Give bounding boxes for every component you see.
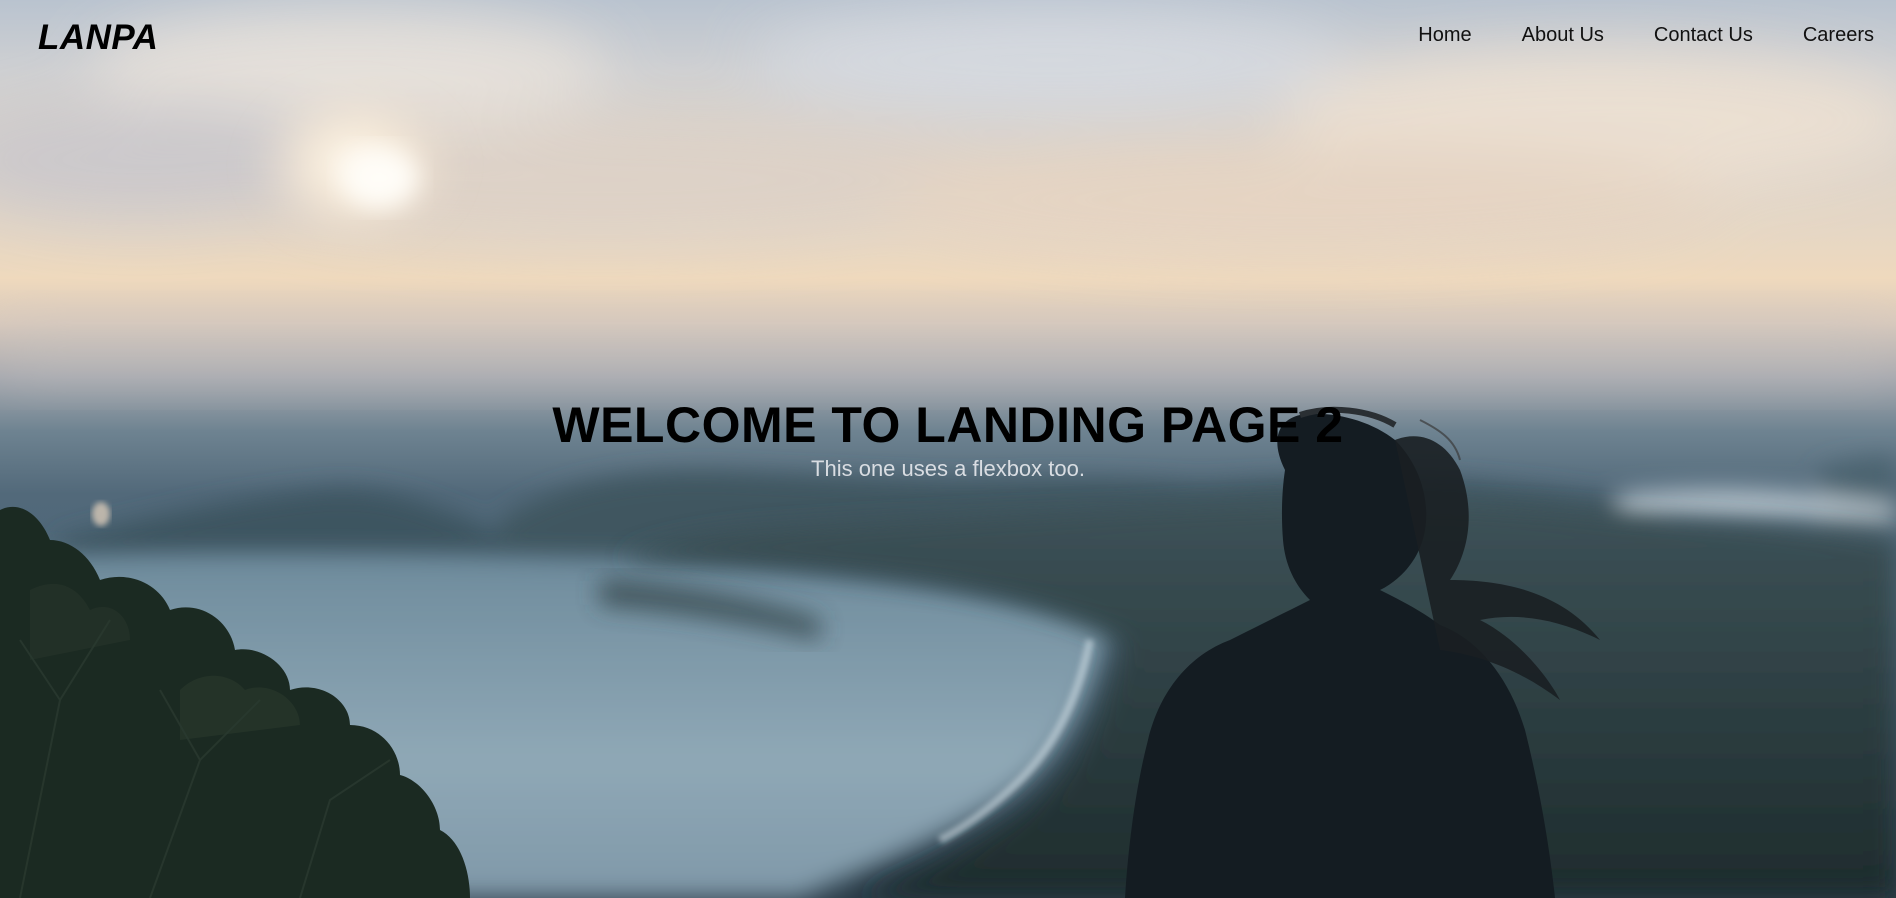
navbar: LANPA Home About Us Contact Us Careers — [0, 0, 1896, 72]
nav-link-home[interactable]: Home — [1418, 24, 1471, 47]
hero-subtitle: This one uses a flexbox too. — [811, 456, 1085, 481]
nav-link-about-us[interactable]: About Us — [1522, 24, 1604, 47]
nav-link-careers[interactable]: Careers — [1803, 24, 1874, 47]
nav-link-contact-us[interactable]: Contact Us — [1654, 24, 1753, 47]
site-logo[interactable]: LANPA — [38, 18, 158, 58]
nav-menu: Home About Us Contact Us Careers — [1418, 24, 1874, 47]
hero-title: WELCOME TO LANDING PAGE 2 — [552, 397, 1344, 453]
